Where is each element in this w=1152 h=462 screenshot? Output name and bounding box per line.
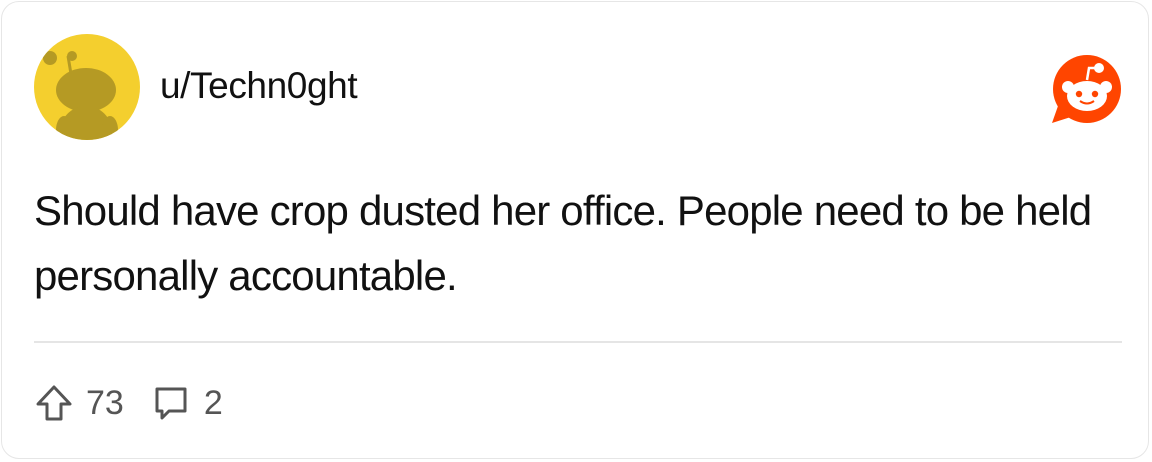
divider — [34, 341, 1122, 343]
comment-bubble-icon[interactable] — [152, 384, 190, 422]
comment-card: u/Techn0ght Should have crop dusted her … — [1, 1, 1149, 459]
reddit-logo-icon — [1052, 55, 1121, 123]
upvote-arrow-icon[interactable] — [34, 383, 74, 423]
comment-body: Should have crop dusted her office. Peop… — [34, 187, 1092, 299]
comment-count: 2 — [203, 384, 223, 422]
comment-actions: 73 2 — [34, 380, 223, 426]
upvote-count: 73 — [86, 384, 124, 422]
avatar[interactable] — [34, 34, 140, 140]
username[interactable]: u/Techn0ght — [160, 64, 358, 108]
